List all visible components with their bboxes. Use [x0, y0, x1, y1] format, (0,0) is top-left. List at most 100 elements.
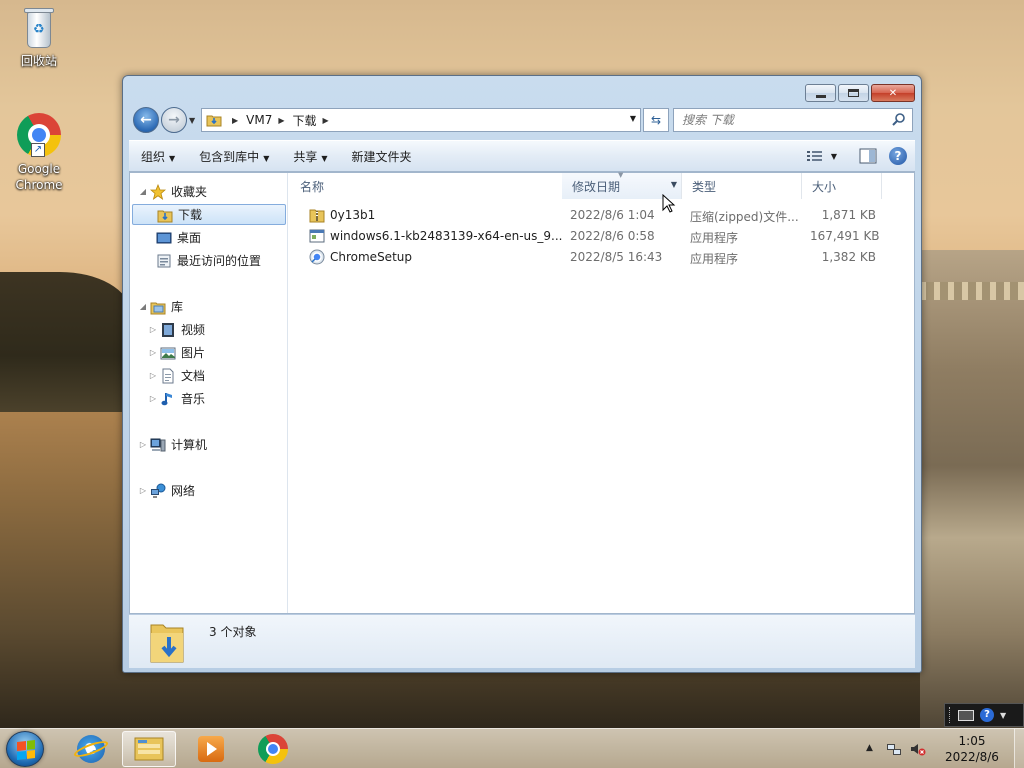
breadcrumb-downloads[interactable]: 下载 [293, 112, 317, 129]
system-tray: ▲ 1:05 2022/8/6 [860, 729, 1024, 768]
internet-explorer-icon: e [72, 735, 110, 763]
search-icon[interactable] [892, 112, 906, 126]
star-icon [150, 183, 166, 200]
expand-icon[interactable]: ▷ [148, 394, 158, 403]
search-box[interactable] [673, 108, 913, 132]
column-header-size[interactable]: 大小 [802, 173, 882, 199]
nav-item-desktop[interactable]: 桌面 [156, 227, 201, 248]
view-details-icon [806, 151, 822, 161]
file-name: 0y13b1 [330, 208, 376, 222]
explorer-content: ◢ 收藏夹 下载 桌面 最近访问的位置 ◢ 库 ▷ 视频 ▷ 图片 ▷ 文档 ▷… [129, 171, 915, 614]
show-hidden-icons-icon[interactable]: ▲ [866, 743, 873, 753]
nav-item-videos[interactable]: ▷ 视频 [148, 319, 205, 340]
chevron-right-icon[interactable]: ▶ [232, 116, 238, 125]
help-icon[interactable]: ? [889, 147, 907, 165]
share-menu[interactable]: 共享 ▼ [281, 148, 339, 165]
toolbar-right: ▼ ? [806, 147, 907, 165]
nav-libraries[interactable]: ◢ 库 [138, 296, 183, 317]
expand-icon[interactable]: ▷ [148, 348, 158, 357]
windows-logo-icon [17, 740, 35, 760]
file-size: 1,871 KB [821, 208, 876, 222]
recent-pages-dropdown[interactable]: ▼ [189, 116, 195, 125]
taskbar-app-media-player[interactable] [184, 731, 238, 767]
keyboard-icon[interactable] [958, 709, 974, 721]
view-options-button[interactable]: ▼ [806, 150, 837, 162]
expand-icon[interactable]: ▷ [138, 440, 148, 449]
column-header-label: 修改日期 [572, 179, 621, 194]
file-size: 167,491 KB [810, 229, 880, 243]
exe-icon [309, 229, 325, 243]
nav-item-label: 音乐 [181, 392, 206, 406]
nav-computer-label: 计算机 [171, 438, 208, 452]
taskbar-app-chrome[interactable] [246, 731, 300, 767]
file-name: ChromeSetup [330, 250, 412, 264]
chevron-down-icon: ▼ [169, 153, 176, 163]
language-bar-grip[interactable] [949, 707, 952, 723]
desktop-icon-recycle-bin[interactable]: ♻ 回收站 [4, 6, 74, 69]
recycle-bin-icon: ♻ [22, 6, 56, 50]
nav-computer[interactable]: ▷ 计算机 [138, 434, 207, 455]
minimize-button[interactable] [805, 84, 836, 102]
nav-item-downloads[interactable]: 下载 [132, 204, 286, 225]
nav-item-music[interactable]: ▷ 音乐 [148, 388, 205, 409]
expand-icon[interactable]: ▷ [148, 371, 158, 380]
arrow-right-icon: → [168, 112, 180, 128]
chevron-right-icon[interactable]: ▶ [323, 116, 329, 125]
chevron-down-icon[interactable]: ▼ [1000, 711, 1006, 720]
column-header-label: 大小 [812, 179, 837, 194]
table-row[interactable]: windows6.1-kb2483139-x64-en-us_9... 2022… [290, 226, 890, 247]
chrome-icon [258, 734, 288, 764]
column-header-name[interactable]: 名称 [290, 173, 404, 199]
network-status-icon[interactable] [886, 741, 902, 757]
nav-item-documents[interactable]: ▷ 文档 [148, 365, 205, 386]
file-type: 应用程序 [690, 252, 739, 266]
collapse-icon[interactable]: ◢ [138, 187, 148, 196]
media-player-icon [198, 736, 224, 762]
music-icon [161, 392, 172, 405]
chevron-right-icon[interactable]: ▶ [278, 116, 284, 125]
recent-places-icon [157, 254, 171, 267]
breadcrumb-vm7[interactable]: VM7 [246, 113, 272, 127]
details-pane: 3 个对象 [129, 614, 915, 668]
explorer-window[interactable]: ✕ ← → ▼ ▶ VM7 ▶ 下载 ▶ ▼ ⇆ 组织▼ 包含到库中 [122, 75, 922, 673]
close-button[interactable]: ✕ [871, 84, 915, 102]
column-filter-dropdown-icon[interactable]: ▼ [671, 180, 677, 189]
desktop-icon-chrome[interactable]: ↗ Google Chrome [4, 113, 74, 193]
organize-label: 组织 [141, 149, 166, 164]
help-icon[interactable]: ? [980, 708, 994, 722]
nav-item-label: 最近访问的位置 [177, 254, 262, 268]
organize-menu[interactable]: 组织 ▼ [129, 148, 187, 165]
preview-pane-icon[interactable] [859, 148, 877, 164]
file-date: 2022/8/5 16:43 [570, 250, 663, 264]
share-label: 共享 [293, 149, 318, 164]
maximize-button[interactable] [838, 84, 869, 102]
nav-network[interactable]: ▷ 网络 [138, 480, 195, 501]
include-in-library-menu[interactable]: 包含到库中 ▼ [187, 148, 281, 165]
refresh-button[interactable]: ⇆ [643, 108, 669, 132]
column-header-type[interactable]: 类型 [682, 173, 802, 199]
nav-item-pictures[interactable]: ▷ 图片 [148, 342, 205, 363]
nav-item-recent-places[interactable]: 最近访问的位置 [156, 250, 261, 271]
address-dropdown-icon[interactable]: ▼ [630, 114, 636, 123]
start-button[interactable] [6, 731, 44, 767]
volume-muted-icon[interactable] [910, 741, 926, 757]
arrow-left-icon: ← [140, 112, 152, 128]
expand-icon[interactable]: ▷ [138, 486, 148, 495]
table-row[interactable]: ChromeSetup 2022/8/5 16:43 应用程序 1,382 KB [290, 247, 890, 268]
table-row[interactable]: 0y13b1 2022/8/6 1:04 压缩(zipped)文件... 1,8… [290, 205, 890, 226]
chevron-down-icon: ▼ [263, 153, 270, 163]
show-desktop-button[interactable] [1014, 729, 1024, 768]
collapse-icon[interactable]: ◢ [138, 302, 148, 311]
chevron-down-icon: ▼ [321, 153, 328, 163]
taskbar-app-internet-explorer[interactable]: e [64, 731, 118, 767]
navigation-pane: ◢ 收藏夹 下载 桌面 最近访问的位置 ◢ 库 ▷ 视频 ▷ 图片 ▷ 文档 ▷… [130, 173, 288, 613]
taskbar-app-windows-explorer[interactable] [122, 731, 176, 767]
new-folder-button[interactable]: 新建文件夹 [340, 148, 424, 165]
search-input[interactable] [682, 113, 882, 127]
nav-favorites[interactable]: ◢ 收藏夹 [138, 181, 207, 202]
address-bar[interactable]: ▶ VM7 ▶ 下载 ▶ ▼ [201, 108, 641, 132]
expand-icon[interactable]: ▷ [148, 325, 158, 334]
back-button[interactable]: ← [133, 107, 159, 133]
clock[interactable]: 1:05 2022/8/6 [934, 733, 1010, 765]
forward-button[interactable]: → [161, 107, 187, 133]
